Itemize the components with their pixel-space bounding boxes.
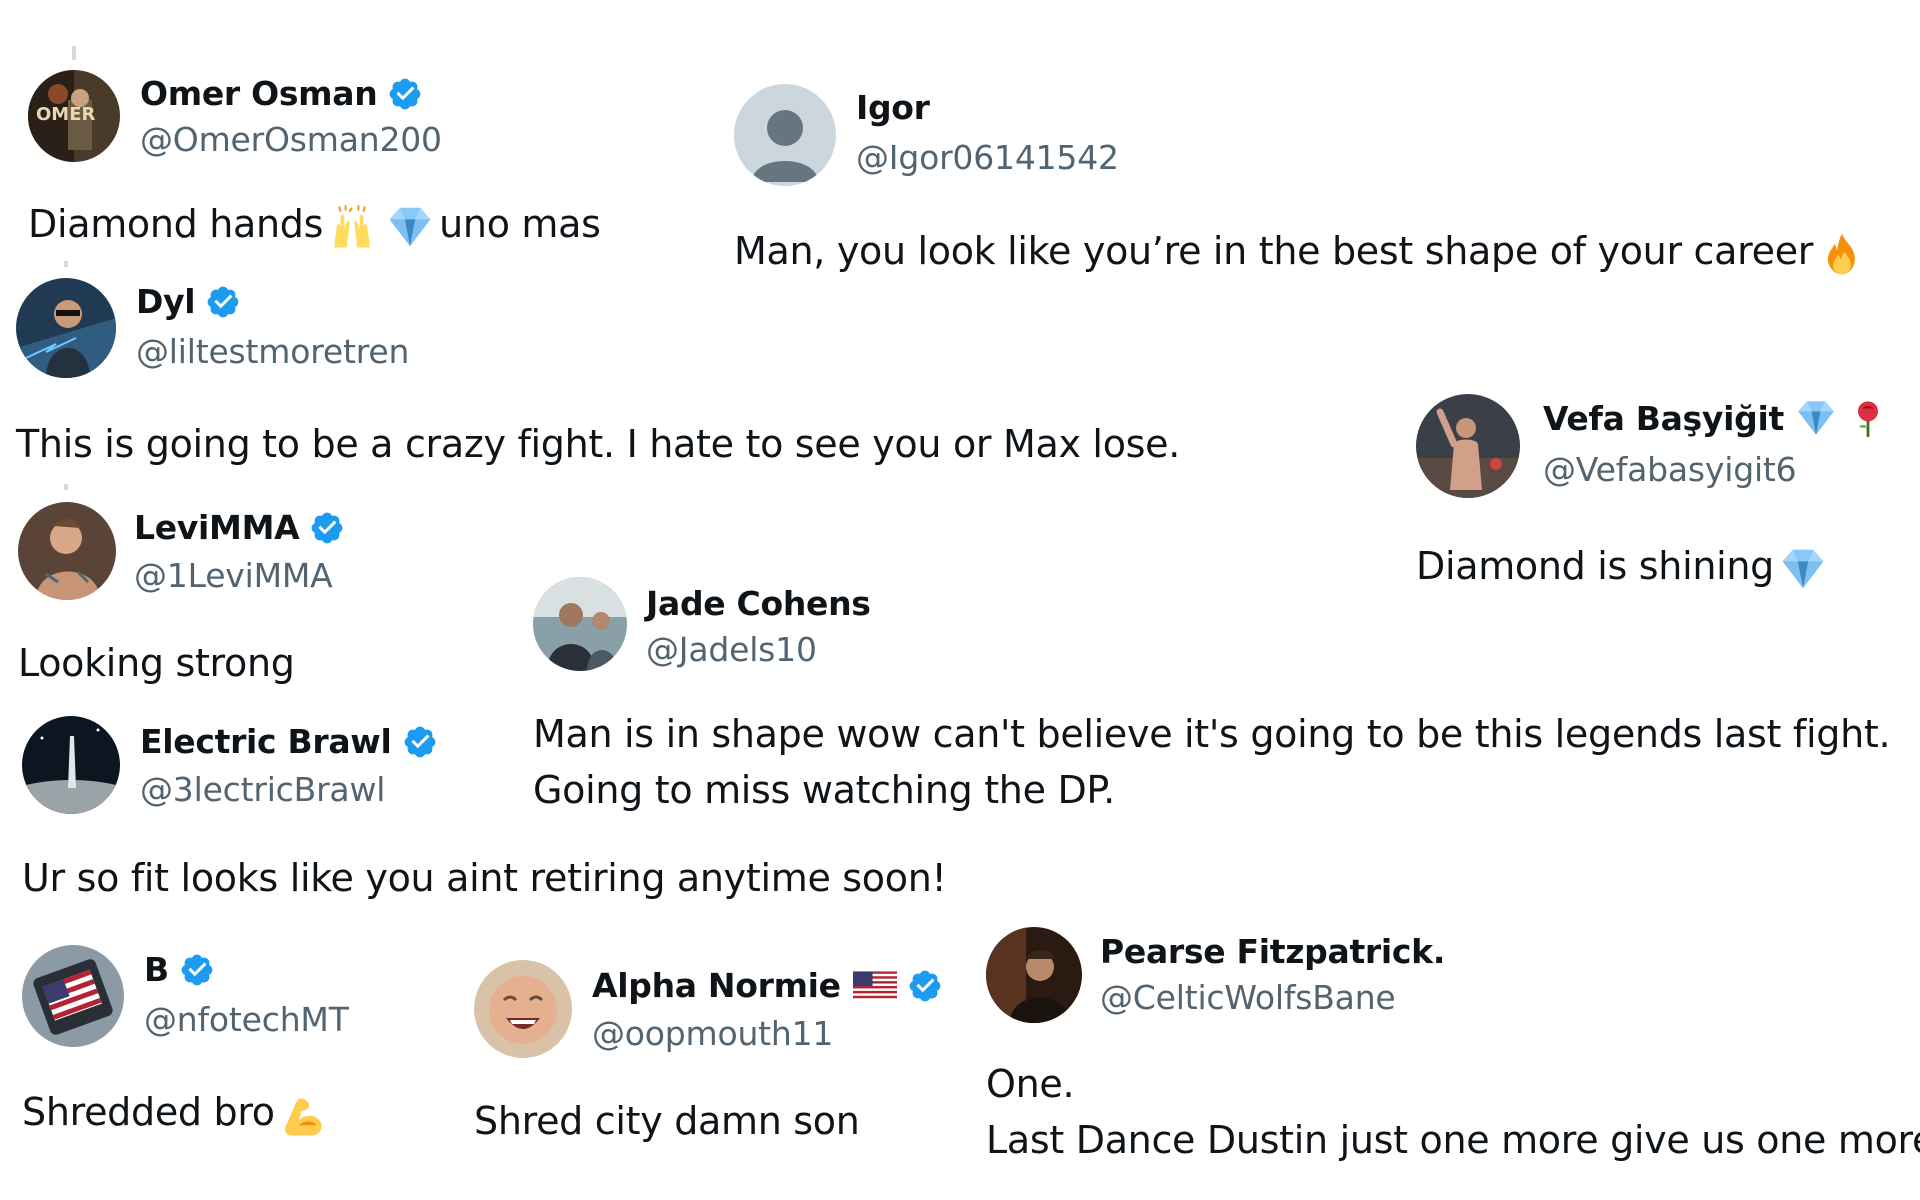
username[interactable]: @CelticWolfsBane xyxy=(1100,978,1396,1017)
avatar-image xyxy=(18,502,116,600)
tweet-text: Man, you look like you’re in the best sh… xyxy=(734,223,1871,279)
svg-text:OMER: OMER xyxy=(36,104,96,125)
username[interactable]: @OmerOsman200 xyxy=(140,120,442,159)
display-name[interactable]: Igor xyxy=(856,88,930,127)
avatar[interactable] xyxy=(18,502,116,600)
tweet-text: Diamond hands uno mas xyxy=(28,196,601,252)
avatar-image xyxy=(533,577,627,671)
tweet-text-part: Diamond hands xyxy=(28,202,324,246)
avatar[interactable] xyxy=(533,577,627,671)
username[interactable]: @Vefabasyigit6 xyxy=(1543,450,1797,489)
tweet-text: This is going to be a crazy fight. I hat… xyxy=(16,422,1180,466)
username[interactable]: @Igor06141542 xyxy=(856,138,1119,177)
avatar[interactable] xyxy=(1416,394,1520,498)
avatar[interactable] xyxy=(474,960,572,1058)
tweet-text-line: Man is in shape wow can't believe it's g… xyxy=(533,712,1891,756)
display-name[interactable]: Pearse Fitzpatrick. xyxy=(1100,932,1445,971)
gem-emoji-icon xyxy=(1780,546,1826,592)
tweet-text-part: uno mas xyxy=(439,202,601,246)
avatar[interactable] xyxy=(16,278,116,378)
verified-badge-icon xyxy=(907,968,943,1004)
username[interactable]: @1LeviMMA xyxy=(134,556,333,595)
avatar-image xyxy=(22,945,124,1047)
display-name[interactable]: Omer Osman xyxy=(140,74,378,113)
display-name[interactable]: Jade Cohens xyxy=(646,584,871,623)
avatar-image xyxy=(22,716,120,814)
thread-line-fragment xyxy=(64,484,68,490)
tweet-text-part: Shredded bro xyxy=(22,1090,275,1134)
avatar-image: OMER xyxy=(28,70,120,162)
gem-emoji-icon xyxy=(387,204,433,250)
display-name[interactable]: Vefa Başyiğit xyxy=(1543,399,1784,438)
gem-emoji-icon xyxy=(1796,398,1836,438)
tweet-text: Diamond is shining xyxy=(1416,538,1832,594)
verified-badge-icon xyxy=(179,952,215,988)
tweet-text-line: Last Dance Dustin just one more give us … xyxy=(986,1118,1920,1162)
avatar[interactable] xyxy=(986,927,1082,1023)
tweet-text: Shredded bro xyxy=(22,1084,333,1140)
verified-badge-icon xyxy=(309,510,345,546)
avatar-image xyxy=(1416,394,1520,498)
fire-emoji-icon xyxy=(1819,231,1865,277)
username[interactable]: @liltestmoretren xyxy=(136,332,409,371)
verified-badge-icon xyxy=(402,724,438,760)
avatar-image xyxy=(474,960,572,1058)
rose-emoji-icon xyxy=(1848,398,1888,438)
default-avatar[interactable] xyxy=(734,84,836,186)
flexed-biceps-emoji-icon xyxy=(281,1092,327,1138)
tweet-text-line: Going to miss watching the DP. xyxy=(533,768,1115,812)
tweet-text-part: Diamond is shining xyxy=(1416,544,1774,588)
tweet-text: Looking strong xyxy=(18,641,295,685)
display-name[interactable]: B xyxy=(144,950,169,989)
tweet-text-line: One. xyxy=(986,1062,1075,1106)
thread-line-fragment xyxy=(72,46,76,60)
raising-hands-emoji-icon xyxy=(329,204,375,250)
tweet-text: Shred city damn son xyxy=(474,1099,860,1143)
display-name[interactable]: Electric Brawl xyxy=(140,722,392,761)
verified-badge-icon xyxy=(387,76,423,112)
thread-line-fragment xyxy=(64,261,68,267)
avatar-image xyxy=(986,927,1082,1023)
username[interactable]: @oopmouth11 xyxy=(592,1014,833,1053)
display-name[interactable]: LeviMMA xyxy=(134,508,300,547)
avatar[interactable] xyxy=(22,945,124,1047)
us-flag-emoji-icon xyxy=(853,971,897,1001)
avatar[interactable] xyxy=(22,716,120,814)
username[interactable]: @Jadels10 xyxy=(646,630,817,669)
username[interactable]: @3lectricBrawl xyxy=(140,770,385,809)
username[interactable]: @nfotechMT xyxy=(144,1000,349,1039)
tweet-text-part: Man, you look like you’re in the best sh… xyxy=(734,229,1814,273)
tweet-text: Ur so fit looks like you aint retiring a… xyxy=(22,856,947,900)
default-profile-icon xyxy=(734,84,836,186)
avatar-image xyxy=(16,278,116,378)
verified-badge-icon xyxy=(205,284,241,320)
avatar[interactable]: OMER xyxy=(28,70,120,162)
display-name[interactable]: Dyl xyxy=(136,282,196,321)
display-name[interactable]: Alpha Normie xyxy=(592,966,841,1005)
